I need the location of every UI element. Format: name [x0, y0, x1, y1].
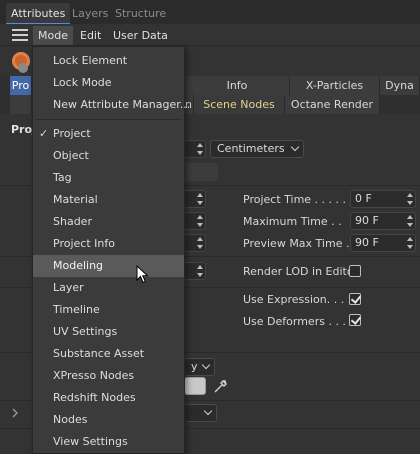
misc-dropdown-2[interactable] — [184, 404, 217, 422]
chevron-down-icon — [201, 360, 211, 370]
menu-item-view-settings[interactable]: View Settings — [33, 431, 184, 453]
menu-item-redshift-nodes[interactable]: Redshift Nodes — [33, 387, 184, 409]
menu-item-uv-settings[interactable]: UV Settings — [33, 321, 184, 343]
color-swatch[interactable] — [184, 377, 206, 395]
checkmark-icon: ✓ — [39, 127, 49, 140]
menubar: Mode Edit User Data — [0, 24, 420, 46]
tab-attributes[interactable]: Attributes — [6, 3, 71, 25]
tab-structure[interactable]: Structure — [110, 3, 171, 24]
menu-item-timeline[interactable]: Timeline — [33, 299, 184, 321]
field-stub-2[interactable] — [184, 212, 206, 230]
field-stub-4[interactable] — [184, 262, 206, 280]
menu-user-data[interactable]: User Data — [108, 26, 173, 45]
menu-item-substance-asset[interactable]: Substance Asset — [33, 343, 184, 365]
project-time-label: Project Time . . . . . — [243, 193, 347, 206]
menu-item-new-attribute-manager[interactable]: New Attribute Manager... — [33, 94, 190, 116]
field-stub-3[interactable] — [184, 234, 206, 252]
field-stub-1[interactable] — [184, 190, 206, 208]
menu-item-project[interactable]: ✓ Project — [33, 123, 184, 145]
units-dropdown[interactable]: Centimeters — [210, 140, 304, 158]
menu-item-label: Project — [53, 127, 91, 140]
preview-max-time-label: Preview Max Time . — [243, 237, 350, 250]
menu-separator — [35, 119, 182, 120]
tab-info[interactable]: Info — [185, 76, 290, 95]
hamburger-menu-icon[interactable] — [12, 29, 28, 41]
menu-item-tag[interactable]: Tag — [33, 167, 184, 189]
menu-item-object[interactable]: Object — [33, 145, 184, 167]
menu-item-nodes[interactable]: Nodes — [33, 409, 184, 431]
preview-max-time-value: 90 F — [355, 236, 379, 249]
render-lod-checkbox[interactable] — [349, 265, 361, 277]
scale-field-stub[interactable] — [184, 140, 206, 158]
button-stub[interactable] — [184, 163, 218, 181]
use-deformers-checkbox[interactable] — [349, 314, 361, 326]
project-time-field[interactable]: 0 F — [350, 190, 416, 208]
tab-blank[interactable] — [10, 95, 32, 114]
use-expression-label: Use Expression. . . . — [243, 293, 352, 306]
misc-dropdown-value: y — [191, 360, 198, 373]
use-expression-checkbox[interactable] — [349, 293, 361, 305]
menu-edit[interactable]: Edit — [75, 26, 106, 45]
project-time-value: 0 F — [355, 192, 372, 205]
tab-layers[interactable]: Layers — [67, 3, 113, 24]
eyedropper-icon[interactable] — [212, 377, 230, 395]
mode-menu: Lock Element Lock Mode New Attribute Man… — [32, 46, 190, 454]
tab-dynamics[interactable]: Dyna — [380, 76, 420, 95]
menu-item-shader[interactable]: Shader — [33, 211, 184, 233]
menu-item-material[interactable]: Material — [33, 189, 184, 211]
project-badge-icon — [18, 63, 28, 73]
tab-project[interactable]: Pro — [10, 76, 32, 95]
menu-item-modeling[interactable]: Modeling — [33, 255, 184, 277]
chevron-down-icon — [203, 406, 213, 416]
menu-item-lock-mode[interactable]: Lock Mode — [33, 72, 184, 94]
menu-item-project-info[interactable]: Project Info — [33, 233, 184, 255]
mouse-cursor-icon — [136, 265, 149, 284]
maximum-time-field[interactable]: 90 F — [350, 212, 416, 230]
tab-scene-nodes[interactable]: Scene Nodes — [194, 95, 285, 114]
chevron-down-icon — [290, 142, 300, 152]
tab-x-particles[interactable]: X-Particles — [290, 76, 380, 95]
render-lod-label: Render LOD in Editor — [243, 265, 359, 278]
preview-max-time-field[interactable]: 90 F — [350, 234, 416, 252]
menu-item-xpresso-nodes[interactable]: XPresso Nodes — [33, 365, 184, 387]
maximum-time-value: 90 F — [355, 214, 379, 227]
use-deformers-label: Use Deformers . . . . — [243, 315, 353, 328]
tab-octane-render[interactable]: Octane Render — [285, 95, 380, 114]
menu-mode[interactable]: Mode — [33, 26, 73, 45]
chevron-right-icon[interactable] — [10, 408, 20, 418]
menu-item-layer[interactable]: Layer — [33, 277, 184, 299]
misc-dropdown[interactable]: y — [184, 358, 215, 376]
menu-item-lock-element[interactable]: Lock Element — [33, 50, 184, 72]
panel-tab-bar: Attributes Layers Structure — [0, 0, 420, 25]
maximum-time-label: Maximum Time . . — [243, 215, 342, 228]
units-dropdown-value: Centimeters — [217, 142, 285, 155]
